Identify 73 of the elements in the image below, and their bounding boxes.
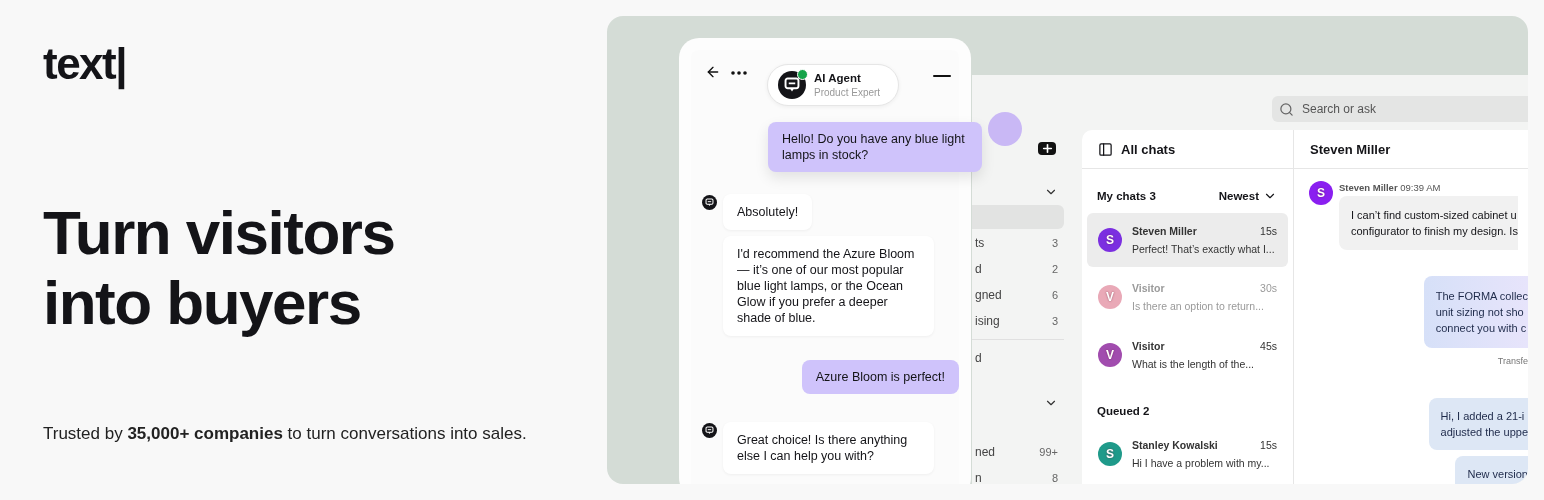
chat-bot-icon	[702, 195, 717, 210]
sidebar-item[interactable]: n 8	[972, 466, 1064, 484]
search-field[interactable]: Search or ask	[1272, 96, 1528, 122]
sidebar-item-label: d	[975, 351, 982, 365]
headline: Turn visitors into buyers	[43, 198, 396, 338]
customer-message: I can’t find custom-sized cabinet u configurator to finish my design. Is	[1339, 196, 1518, 250]
sidebar-item[interactable]: gned 6	[972, 283, 1064, 307]
plus-icon	[1040, 142, 1054, 155]
agent-message: The FORMA collec unit sizing not sho connect you with c	[1423, 276, 1528, 348]
visitor-message: Hello! Do you have any blue light lamps in stock?	[768, 122, 982, 172]
add-button[interactable]	[1038, 142, 1056, 155]
visitor-message: Azure Bloom is perfect!	[801, 360, 959, 394]
message-preview: Hi I have a problem with my...	[1132, 456, 1271, 469]
chat-bot-icon	[778, 71, 806, 99]
system-note: Transfe	[1497, 356, 1528, 366]
sidebar-item-label: ising	[975, 314, 1000, 328]
chat-time: 15s	[1260, 438, 1277, 451]
customer-avatar: S	[1309, 181, 1333, 205]
conversation-title: Steven Miller	[1310, 141, 1391, 157]
contact-avatar: V	[1098, 285, 1122, 310]
chat-list-title: All chats	[1121, 141, 1176, 157]
sidebar-item-label: d	[975, 262, 982, 276]
search-placeholder: Search or ask	[1302, 102, 1377, 116]
agent-name: AI Agent	[814, 72, 862, 84]
chat-list-item[interactable]: V Visitor 45s What is the length of the...	[1087, 327, 1288, 382]
chat-group-title: My chats 3	[1097, 190, 1156, 202]
contact-name: Visitor	[1132, 339, 1165, 352]
agent-message: Hi, I added a 21-i adjusted the uppe	[1428, 398, 1528, 450]
chat-group-title: Queued 2	[1097, 404, 1150, 417]
contact-avatar: V	[1098, 342, 1122, 367]
sidebar-item-count: 8	[1051, 472, 1058, 484]
tagline: Trusted by 35,000+ companies to turn conversations into sales.	[43, 424, 527, 444]
contact-name: Visitor	[1132, 282, 1165, 295]
sidebar-item-count: 3	[1051, 237, 1058, 249]
sidebar-toggle-icon[interactable]	[1098, 141, 1113, 157]
sidebar-item[interactable]: ned 99+	[972, 440, 1064, 464]
contact-name: Stanley Kowalski	[1132, 438, 1218, 451]
agent-message: I'd recommend the Azure Bloom — it’s one of our most popular blue light lamps, or the Ocean Glow if you prefer a deeper shade of blue.	[723, 236, 934, 336]
sidebar-item[interactable]: d 2	[972, 257, 1064, 281]
sidebar-item-label: n	[975, 471, 982, 484]
sidebar-item-count: 3	[1051, 315, 1058, 327]
message-meta: Steven Miller 09:39 AM	[1339, 182, 1442, 193]
chat-time: 15s	[1260, 225, 1277, 238]
back-button[interactable]	[705, 64, 721, 80]
more-icon	[731, 71, 747, 75]
sidebar-item-count: 99+	[1039, 446, 1058, 458]
agent-message: New version	[1455, 456, 1528, 484]
search-icon	[1279, 101, 1294, 117]
sidebar-item[interactable]: ising 3	[972, 309, 1064, 333]
sort-dropdown[interactable]: Newest	[1218, 189, 1277, 203]
sidebar-item-label: gned	[975, 288, 1002, 302]
contact-name: Steven Miller	[1132, 225, 1197, 238]
agent-message: Great choice! Is there anything else I can help you with?	[723, 422, 934, 474]
chat-time: 45s	[1260, 339, 1277, 352]
chat-list-item[interactable]: S Stanley Kowalski 15s Hi I have a problem with my...	[1087, 426, 1288, 481]
agent-message: Absolutely!	[723, 194, 813, 230]
sidebar-item[interactable]: ts 3	[972, 231, 1064, 255]
chat-time: 30s	[1260, 282, 1277, 295]
message-preview: What is the length of the...	[1132, 357, 1255, 370]
sidebar-item-label: ts	[975, 236, 985, 250]
contact-avatar: S	[1098, 441, 1122, 466]
contact-avatar: S	[1098, 228, 1122, 253]
sidebar-item-label: ned	[975, 445, 996, 459]
chat-bot-icon	[702, 423, 717, 438]
sidebar-item[interactable]: d	[972, 346, 1064, 370]
logo: text|	[43, 38, 127, 90]
message-preview: Perfect! That’s exactly what I...	[1132, 243, 1276, 256]
sidebar-item-count: 2	[1051, 263, 1058, 275]
message-preview: Is there an option to return...	[1132, 300, 1265, 313]
chat-list-item[interactable]: S Steven Miller 15s Perfect! That’s exactly what I...	[1087, 213, 1288, 268]
agent-role: Product Expert	[814, 87, 881, 98]
minimize-icon	[933, 75, 951, 77]
sidebar-item-count: 6	[1051, 289, 1058, 301]
